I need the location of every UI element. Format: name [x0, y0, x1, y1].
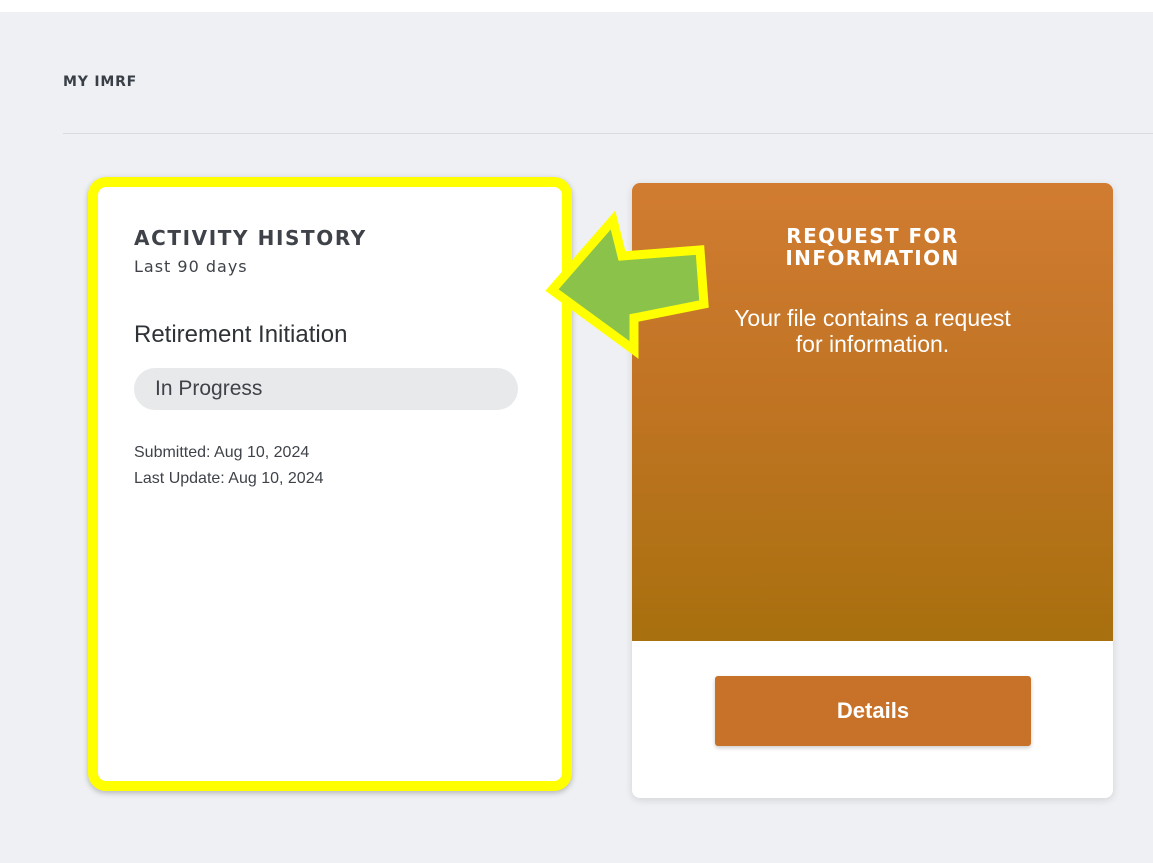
last-update-date: Last Update: Aug 10, 2024: [134, 470, 324, 487]
activity-item-name: Retirement Initiation: [134, 321, 348, 348]
status-badge: In Progress: [134, 368, 518, 410]
request-message-line-1: Your file contains a request: [734, 305, 1011, 331]
request-message-line-2: for information.: [795, 331, 950, 357]
details-button[interactable]: Details: [715, 676, 1031, 746]
activity-history-title: ACTIVITY HISTORY: [134, 226, 367, 250]
request-card-message: Your file contains a request for informa…: [672, 305, 1073, 357]
top-strip: [0, 0, 1153, 12]
section-title: MY IMRF: [63, 74, 138, 90]
activity-history-card: ACTIVITY HISTORY Last 90 days Retirement…: [88, 177, 572, 791]
section-divider: [63, 133, 1153, 134]
page: MY IMRF ACTIVITY HISTORY Last 90 days Re…: [0, 0, 1153, 863]
arrow-left-icon: [545, 210, 709, 359]
submitted-date: Submitted: Aug 10, 2024: [134, 444, 310, 461]
activity-history-subtitle: Last 90 days: [134, 257, 248, 276]
